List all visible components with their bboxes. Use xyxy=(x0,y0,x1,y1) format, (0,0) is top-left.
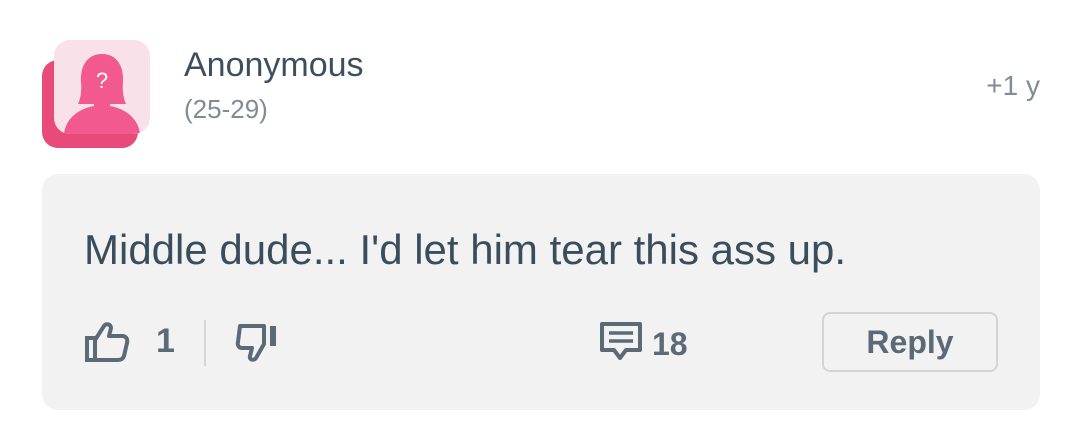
comments-count: 18 xyxy=(652,326,688,362)
comment-text: Middle dude... I'd let him tear this ass… xyxy=(84,226,847,273)
avatar-question-mark: ? xyxy=(96,68,108,93)
comment-header: ? Anonymous (25-29) +1 y xyxy=(0,0,1080,160)
vote-divider xyxy=(204,320,206,366)
comments-button[interactable]: 18 xyxy=(598,318,708,368)
avatar[interactable]: ? xyxy=(40,40,152,150)
post-timestamp: +1 y xyxy=(986,70,1040,101)
anonymous-woman-icon: ? xyxy=(54,40,150,134)
comment-actions: 1 18 Reply xyxy=(42,310,1040,374)
author-name[interactable]: Anonymous xyxy=(184,46,364,85)
like-count: 1 xyxy=(156,322,175,360)
comment-bubble-icon xyxy=(600,322,642,360)
comment-card: Middle dude... I'd let him tear this ass… xyxy=(42,174,1040,410)
thumbs-up-icon xyxy=(85,322,130,362)
reply-button[interactable]: Reply xyxy=(822,312,998,372)
like-button[interactable] xyxy=(84,320,132,364)
thumbs-down-icon xyxy=(235,324,276,362)
dislike-button[interactable] xyxy=(234,320,282,364)
author-age-range: (25-29) xyxy=(184,94,268,124)
